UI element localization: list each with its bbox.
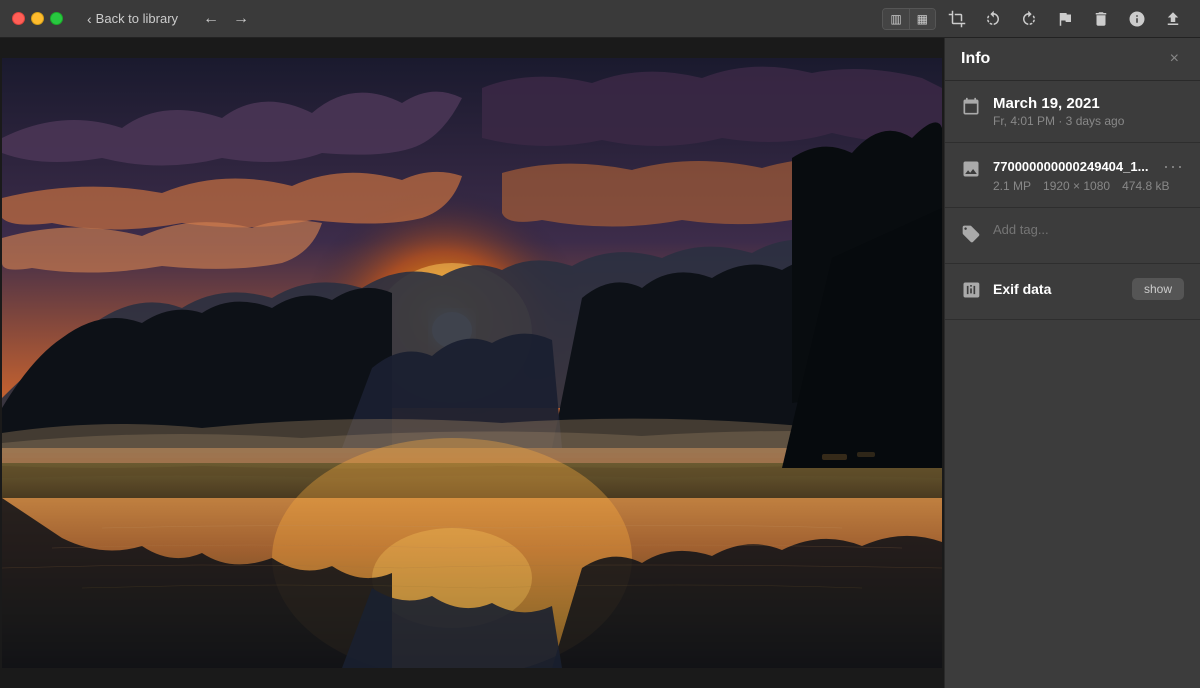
exif-icon	[961, 280, 981, 305]
exif-content: Exif data show	[993, 278, 1184, 300]
info-date-section: March 19, 2021 Fr, 4:01 PM · 3 days ago	[945, 81, 1200, 143]
rotate-right-button[interactable]	[1014, 6, 1044, 32]
minimize-window-button[interactable]	[31, 12, 44, 25]
nav-arrows: ← →	[198, 8, 254, 30]
delete-button[interactable]	[1086, 6, 1116, 32]
info-date-content: March 19, 2021 Fr, 4:01 PM · 3 days ago	[993, 95, 1124, 128]
info-exif-section: Exif data show	[945, 264, 1200, 320]
view-toggle: ▥ ▦	[882, 8, 936, 30]
titlebar: ‹ Back to library ← → ▥ ▦	[0, 0, 1200, 38]
exif-label: Exif data	[993, 281, 1051, 297]
info-filename: 770000000000249404_1...	[993, 159, 1148, 174]
landscape-svg	[2, 58, 942, 668]
info-exif-row: Exif data show	[961, 278, 1184, 305]
tag-icon	[961, 224, 981, 249]
back-label: Back to library	[96, 11, 178, 26]
landscape-photo	[2, 58, 942, 668]
crop-button[interactable]	[942, 6, 972, 32]
image-icon	[961, 159, 981, 184]
info-tag-section	[945, 208, 1200, 264]
info-filename-content: 770000000000249404_1... ··· 2.1 MP 1920 …	[993, 157, 1184, 193]
info-filename-inner-row: 770000000000249404_1... ···	[993, 157, 1184, 175]
info-icon	[1128, 10, 1146, 28]
info-filename-more-button[interactable]: ···	[1163, 157, 1184, 175]
view-toggle-left[interactable]: ▥	[883, 9, 909, 29]
flag-button[interactable]	[1050, 6, 1080, 32]
calendar-icon	[961, 97, 981, 122]
trash-icon	[1092, 10, 1110, 28]
exif-show-button[interactable]: show	[1132, 278, 1184, 300]
info-file-meta: 2.1 MP 1920 × 1080 474.8 kB	[993, 179, 1184, 193]
info-panel-header: Info ×	[945, 38, 1200, 81]
main-content: Info × March 19, 2021 Fr, 4:01 PM · 3 da…	[0, 38, 1200, 688]
info-panel-title: Info	[961, 50, 990, 68]
info-tag-row	[961, 222, 1184, 249]
back-to-library-button[interactable]: ‹ Back to library	[79, 7, 186, 31]
share-button[interactable]	[1158, 6, 1188, 32]
maximize-window-button[interactable]	[50, 12, 63, 25]
traffic-lights	[12, 12, 63, 25]
info-date-title: March 19, 2021	[993, 95, 1124, 112]
crop-icon	[948, 10, 966, 28]
photo-area	[0, 38, 944, 688]
nav-forward-button[interactable]: →	[228, 8, 254, 30]
toolbar-right: ▥ ▦	[882, 6, 1188, 32]
info-date-sub: Fr, 4:01 PM · 3 days ago	[993, 114, 1124, 128]
info-date-row: March 19, 2021 Fr, 4:01 PM · 3 days ago	[961, 95, 1184, 128]
back-chevron-icon: ‹	[87, 11, 92, 27]
flag-icon	[1056, 10, 1074, 28]
tag-input[interactable]	[993, 222, 1184, 237]
info-filename-row: 770000000000249404_1... ··· 2.1 MP 1920 …	[961, 157, 1184, 193]
rotate-left-button[interactable]	[978, 6, 1008, 32]
rotate-right-icon	[1020, 10, 1038, 28]
info-resolution: 1920 × 1080	[1043, 179, 1110, 193]
info-filename-section: 770000000000249404_1... ··· 2.1 MP 1920 …	[945, 143, 1200, 208]
photo-container	[0, 38, 944, 688]
info-megapixels: 2.1 MP	[993, 179, 1031, 193]
info-panel-close-button[interactable]: ×	[1165, 48, 1184, 70]
share-icon	[1164, 10, 1182, 28]
info-panel: Info × March 19, 2021 Fr, 4:01 PM · 3 da…	[944, 38, 1200, 688]
nav-back-button[interactable]: ←	[198, 8, 224, 30]
info-filesize: 474.8 kB	[1122, 179, 1169, 193]
view-toggle-right[interactable]: ▦	[910, 9, 935, 29]
close-window-button[interactable]	[12, 12, 25, 25]
rotate-left-icon	[984, 10, 1002, 28]
info-button[interactable]	[1122, 6, 1152, 32]
